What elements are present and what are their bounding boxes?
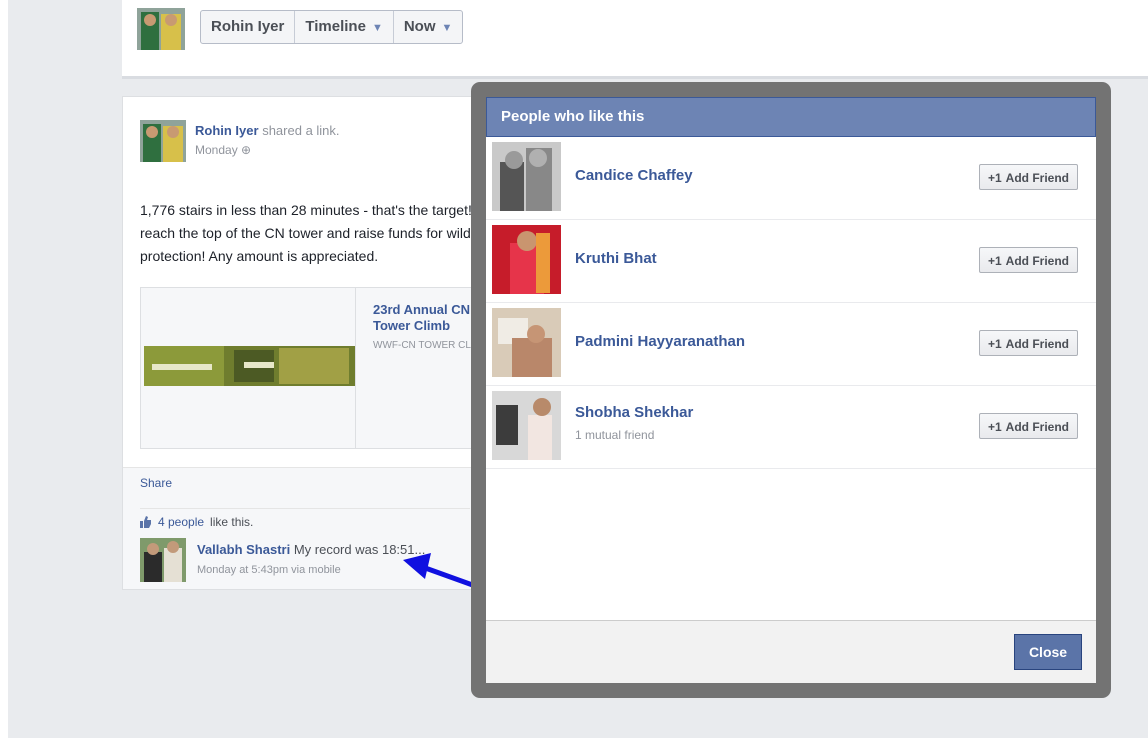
timeline-breadcrumb: Rohin Iyer Timeline ▼ Now ▼: [200, 10, 464, 44]
link-source: WWF-CN TOWER CLIMB: [373, 340, 479, 351]
link-attachment[interactable]: 23rd Annual CN Tower Climb WWF-CN TOWER …: [140, 287, 479, 449]
comment: Vallabh Shastri My record was 18:51...: [197, 542, 425, 557]
timeline-post: Rohin Iyer shared a link. Monday ⊕ 1,776…: [122, 96, 479, 590]
timeline-header: Rohin Iyer Timeline ▼ Now ▼: [122, 0, 1148, 63]
post-author-avatar[interactable]: [140, 120, 186, 162]
header-divider: [122, 62, 1148, 79]
person-name[interactable]: Padmini Hayyaranathan: [575, 333, 745, 350]
thumbs-up-icon: [140, 516, 151, 528]
close-button[interactable]: Close: [1014, 634, 1082, 670]
link-title[interactable]: 23rd Annual CN Tower Climb: [373, 302, 479, 334]
crumb-profile-name[interactable]: Rohin Iyer: [201, 11, 296, 43]
add-friend-button[interactable]: +1 Add Friend: [978, 330, 1078, 356]
person-name[interactable]: Shobha Shekhar: [575, 404, 693, 421]
add-friend-icon: +1: [987, 254, 1002, 268]
dialog-footer: Close: [486, 620, 1096, 683]
person-name[interactable]: Candice Chaffey: [575, 167, 693, 184]
add-friend-icon: +1: [987, 420, 1002, 434]
crumb-now[interactable]: Now ▼: [394, 11, 463, 43]
likes-people-link[interactable]: 4 people: [158, 515, 204, 529]
list-item: Padmini Hayyaranathan +1 Add Friend: [486, 303, 1096, 386]
attachment-divider: [355, 288, 356, 448]
profile-avatar[interactable]: [137, 8, 185, 50]
post-action: shared a link.: [262, 123, 340, 138]
add-friend-button[interactable]: +1 Add Friend: [978, 413, 1078, 439]
person-name[interactable]: Kruthi Bhat: [575, 250, 657, 267]
people-who-like-dialog: People who like this Candice Chaffey +1 A…: [486, 97, 1096, 683]
add-friend-icon: +1: [987, 171, 1002, 185]
mutual-friends[interactable]: 1 mutual friend: [575, 428, 654, 442]
person-photo[interactable]: [492, 391, 561, 460]
add-friend-icon: +1: [987, 337, 1002, 351]
share-link[interactable]: Share: [140, 476, 172, 490]
person-photo[interactable]: [492, 308, 561, 377]
post-body-text: 1,776 stairs in less than 28 minutes - t…: [140, 202, 479, 264]
page-left-margin: [0, 0, 8, 738]
post-timestamp[interactable]: Monday ⊕: [195, 143, 251, 157]
add-friend-button[interactable]: +1 Add Friend: [978, 164, 1078, 190]
list-item: Shobha Shekhar 1 mutual friend +1 Add Fri…: [486, 386, 1096, 469]
person-photo[interactable]: [492, 225, 561, 294]
add-friend-button[interactable]: +1 Add Friend: [978, 247, 1078, 273]
list-item: Candice Chaffey +1 Add Friend: [486, 137, 1096, 220]
comment-timestamp: Monday at 5:43pm via mobile: [197, 564, 341, 576]
chevron-down-icon: ▼: [371, 22, 383, 34]
likes-summary: 4 people like this.: [140, 508, 470, 529]
crumb-timeline[interactable]: Timeline ▼: [295, 11, 394, 43]
likes-text: like this.: [210, 515, 254, 529]
list-item: Kruthi Bhat +1 Add Friend: [486, 220, 1096, 303]
chevron-down-icon: ▼: [441, 22, 453, 34]
globe-icon: ⊕: [241, 143, 252, 157]
post-author-name[interactable]: Rohin Iyer: [195, 123, 259, 138]
post-author-line: Rohin Iyer shared a link.: [195, 123, 340, 138]
link-thumbnail-image[interactable]: [144, 346, 356, 386]
commenter-avatar[interactable]: [140, 538, 186, 582]
person-photo[interactable]: [492, 142, 561, 211]
comment-author[interactable]: Vallabh Shastri: [197, 542, 290, 557]
dialog-title: People who like this: [486, 97, 1096, 137]
